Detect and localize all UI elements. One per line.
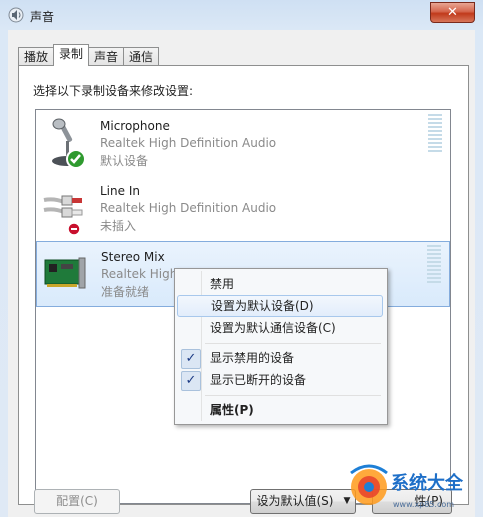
device-description: Realtek High Definition Audio (100, 201, 277, 215)
level-meter (427, 245, 441, 285)
svg-text:www.xp85.com: www.xp85.com (393, 500, 454, 509)
configure-button[interactable]: 配置(C) (34, 489, 120, 514)
device-description: Realtek High Definition Audio (100, 136, 277, 150)
device-status: 默认设备 (100, 154, 149, 168)
menu-item-label: 显示已断开的设备 (210, 373, 307, 387)
tab-recording[interactable]: 录制 (53, 44, 90, 66)
check-icon: ✓ (181, 371, 201, 391)
tab-strip: 播放 录制 声音 通信 (18, 44, 160, 66)
menu-item-disable[interactable]: 禁用 (177, 273, 383, 295)
microphone-icon (52, 118, 86, 169)
set-default-button[interactable]: 设为默认值(S) (250, 489, 340, 514)
speaker-icon (8, 7, 24, 23)
tab-sounds[interactable]: 声音 (88, 47, 125, 66)
close-button[interactable]: ✕ (430, 2, 475, 23)
menu-item-label: 设置为默认通信设备(C) (210, 321, 336, 335)
menu-item-set-default[interactable]: 设置为默认设备(D) (177, 295, 383, 317)
line-in-cable-icon (43, 195, 83, 236)
menu-separator (205, 343, 381, 344)
menu-item-label: 属性(P) (210, 403, 254, 417)
device-name: Line In (100, 184, 140, 198)
menu-item-properties[interactable]: 属性(P) (177, 399, 383, 421)
sound-card-icon (44, 257, 86, 289)
svg-text:系统大全: 系统大全 (391, 472, 464, 494)
menu-item-label: 禁用 (210, 277, 235, 291)
menu-item-set-default-communication[interactable]: 设置为默认通信设备(C) (177, 317, 383, 339)
close-icon: ✕ (447, 5, 458, 20)
window-title: 声音 (30, 10, 55, 24)
check-icon: ✓ (181, 349, 201, 369)
menu-separator (205, 395, 381, 396)
title-bar[interactable]: 声音 ✕ (0, 0, 483, 30)
device-status: 准备就绪 (101, 285, 150, 299)
device-context-menu: 禁用 设置为默认设备(D) 设置为默认通信设备(C) ✓ 显示禁用的设备 ✓ 显… (174, 268, 388, 425)
site-watermark-logo: 系统大全 www.xp85.com (350, 464, 464, 509)
device-row-microphone[interactable]: Microphone Realtek High Definition Audio… (36, 111, 450, 175)
device-status: 未插入 (100, 219, 137, 233)
sound-dialog: 声音 ✕ 播放 录制 声音 通信 选择以下录制设备来修改设置: Micropho… (0, 0, 483, 517)
device-name: Stereo Mix (101, 250, 165, 264)
menu-item-label: 设置为默认设备(D) (211, 299, 314, 313)
menu-item-label: 显示禁用的设备 (210, 351, 295, 365)
menu-item-show-disabled[interactable]: ✓ 显示禁用的设备 (177, 347, 383, 369)
device-description: Realtek High (101, 267, 178, 281)
tab-communications[interactable]: 通信 (123, 47, 160, 66)
tab-playback[interactable]: 播放 (18, 47, 55, 66)
device-name: Microphone (100, 119, 170, 133)
instruction-text: 选择以下录制设备来修改设置: (33, 84, 194, 98)
device-row-line-in[interactable]: Line In Realtek High Definition Audio 未插… (36, 176, 450, 240)
level-meter (428, 114, 442, 154)
menu-item-show-disconnected[interactable]: ✓ 显示已断开的设备 (177, 369, 383, 391)
